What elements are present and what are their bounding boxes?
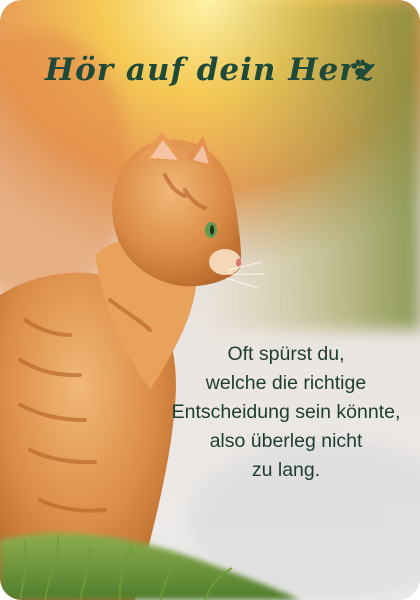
quote-line: Oft spürst du, [227,343,345,365]
quote-line: also überleg nicht [209,430,363,452]
greeting-card: Hör auf dein Herz Oft spürst du, welche … [0,0,420,600]
quote-line: zu lang. [251,459,321,481]
quote-line: welche die richtige [205,372,367,394]
cat-photo [0,0,420,600]
quote-line: Entscheidung sein könnte, [171,401,401,423]
quote-text: Oft spürst du, welche die richtige Entsc… [168,340,404,485]
paw-icon [351,59,369,76]
